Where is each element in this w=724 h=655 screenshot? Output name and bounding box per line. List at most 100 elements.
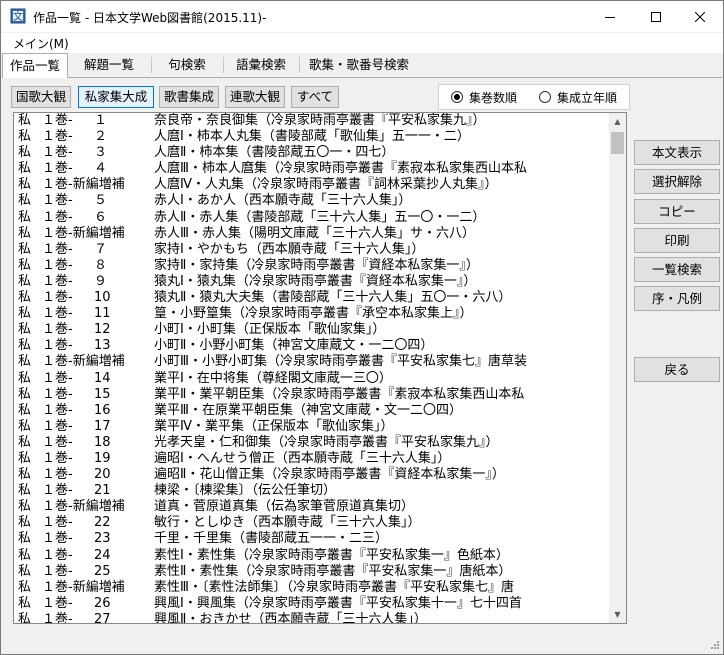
row-title: 光孝天皇・仁和御集（冷泉家時雨亭叢書『平安私家集九』） bbox=[154, 434, 499, 450]
row-volume: １巻- bbox=[42, 209, 73, 225]
row-volume: １巻- bbox=[42, 611, 73, 623]
row-title: 業平Ⅳ・業平集（正保版本「歌仙家集」） bbox=[154, 418, 394, 434]
list-item[interactable]: 私 １巻- 19 遍昭Ⅰ・へんせう僧正（西本願寺蔵「三十六人集」） bbox=[14, 451, 610, 467]
row-number: ３ bbox=[94, 145, 108, 161]
list-item[interactable]: 私 １巻- 23 千里・千里集（書陵部蔵五一一・二三） bbox=[14, 531, 610, 547]
scrollbar-thumb[interactable] bbox=[611, 132, 624, 154]
row-volume: １巻-新編増補 bbox=[42, 579, 125, 595]
resize-grip-icon[interactable] bbox=[708, 640, 720, 652]
list-search-button[interactable]: 一覧検索 bbox=[634, 257, 720, 282]
close-button[interactable] bbox=[677, 1, 723, 32]
list-item[interactable]: 私 １巻- 10 猿丸Ⅱ・猿丸大夫集（書陵部蔵「三十六人集」五〇一・六八） bbox=[14, 290, 610, 306]
filter-kokka-taikan-button[interactable]: 国歌大観 bbox=[11, 86, 71, 108]
maximize-button[interactable] bbox=[633, 1, 679, 32]
list-item[interactable]: 私 １巻-新編増補 道真・菅原道真集（伝為家筆菅原道真集切） bbox=[14, 499, 610, 515]
tab-anthology-number-search[interactable]: 歌集・歌番号検索 bbox=[305, 55, 413, 75]
row-title: 敏行・としゆき（西本願寺蔵「三十六人集」） bbox=[154, 515, 421, 531]
list-item[interactable]: 私 １巻- 20 遍昭Ⅱ・花山僧正集（冷泉家時雨亭叢書『資経本私家集一』） bbox=[14, 467, 610, 483]
list-item[interactable]: 私 １巻- 11 篁・小野篁集（冷泉家時雨亭叢書『承空本私家集上』） bbox=[14, 306, 610, 322]
row-title: 道真・菅原道真集（伝為家筆菅原道真集切） bbox=[154, 499, 415, 515]
app-icon: 文 bbox=[10, 8, 26, 24]
row-number: 15 bbox=[94, 386, 111, 402]
print-button[interactable]: 印刷 bbox=[634, 228, 720, 253]
scroll-up-icon[interactable]: ▲ bbox=[609, 113, 626, 130]
list-item[interactable]: 私 １巻- ９ 猿丸Ⅰ・猿丸集（冷泉家時雨亭叢書『資経本私家集一』） bbox=[14, 274, 610, 290]
list-item[interactable]: 私 １巻- 15 業平Ⅱ・業平朝臣集（冷泉家時雨亭叢書『素寂本私家集西山本私 bbox=[14, 387, 610, 403]
sort-by-volume-label: 集巻数順 bbox=[469, 90, 518, 105]
work-list-panel: 国歌大観 私家集大成 歌書集成 連歌大観 すべて 集巻数順 集成立年順 私 １巻-… bbox=[2, 77, 722, 654]
list-item[interactable]: 私 １巻- 18 光孝天皇・仁和御集（冷泉家時雨亭叢書『平安私家集九』） bbox=[14, 435, 610, 451]
list-item[interactable]: 私 １巻- ２ 人麿Ⅰ・柿本人丸集（書陵部蔵「歌仙集」五一一・二） bbox=[14, 129, 610, 145]
row-number: 18 bbox=[94, 434, 111, 450]
list-item[interactable]: 私 １巻-新編増補 小町Ⅲ・小野小町集（冷泉家時雨亭叢書『平安私家集七』唐草装 bbox=[14, 354, 610, 370]
row-number: 24 bbox=[94, 547, 111, 563]
list-item[interactable]: 私 １巻-新編増補 素性Ⅲ・〔素性法師集〕（冷泉家時雨亭叢書『平安私家集七』唐 bbox=[14, 580, 610, 596]
filter-kasho-shusei-button[interactable]: 歌書集成 bbox=[159, 86, 219, 108]
row-number: １ bbox=[94, 113, 108, 128]
back-button[interactable]: 戻る bbox=[634, 357, 720, 382]
row-number: 21 bbox=[94, 483, 111, 499]
list-item[interactable]: 私 １巻-新編増補 人麿Ⅳ・人丸集（冷泉家時雨亭叢書『詞林采葉抄人丸集』） bbox=[14, 177, 610, 193]
list-item[interactable]: 私 １巻- １ 奈良帝・奈良御集（冷泉家時雨亭叢書『平安私家集九』） bbox=[14, 113, 610, 129]
work-listbox[interactable]: 私 １巻- １ 奈良帝・奈良御集（冷泉家時雨亭叢書『平安私家集九』） 私 １巻- ２ 人麿Ⅰ・… bbox=[13, 112, 627, 624]
preface-notes-button[interactable]: 序・凡例 bbox=[634, 286, 720, 311]
clear-selection-button[interactable]: 選択解除 bbox=[634, 169, 720, 194]
list-item[interactable]: 私 １巻- 24 素性Ⅰ・素性集（冷泉家時雨亭叢書『平安私家集一』色紙本） bbox=[14, 548, 610, 564]
list-item[interactable]: 私 １巻- 27 興風Ⅱ・おきかせ（西本願寺蔵「三十六人集」） bbox=[14, 612, 610, 623]
list-item[interactable]: 私 １巻- ７ 家持Ⅰ・やかもち（西本願寺蔵「三十六人集」） bbox=[14, 242, 610, 258]
row-kind: 私 bbox=[18, 434, 32, 450]
sort-by-year-radio[interactable]: 集成立年順 bbox=[539, 89, 617, 105]
row-title: 家持Ⅰ・やかもち（西本願寺蔵「三十六人集」） bbox=[154, 241, 425, 257]
tab-vocabulary-search[interactable]: 語彙検索 bbox=[229, 55, 293, 75]
list-item[interactable]: 私 １巻- 14 業平Ⅰ・在中将集（尊経閣文庫蔵一三〇） bbox=[14, 371, 610, 387]
list-item[interactable]: 私 １巻- 21 棟梁・〔棟梁集〕（伝公任筆切） bbox=[14, 483, 610, 499]
filter-all-button[interactable]: すべて bbox=[291, 86, 339, 108]
row-title: 興風Ⅱ・おきかせ（西本願寺蔵「三十六人集」） bbox=[154, 611, 427, 623]
list-item[interactable]: 私 １巻- 26 興風Ⅰ・興風集（冷泉家時雨亭叢書『平安私家集十一』七十四首 bbox=[14, 596, 610, 612]
scroll-down-icon[interactable]: ▼ bbox=[609, 606, 626, 623]
row-volume: １巻- bbox=[42, 547, 73, 563]
row-volume: １巻- bbox=[42, 483, 73, 499]
row-volume: １巻- bbox=[42, 515, 73, 531]
row-number: 12 bbox=[94, 322, 111, 338]
list-item[interactable]: 私 １巻- ５ 赤人Ⅰ・あか人（西本願寺蔵「三十六人集」） bbox=[14, 193, 610, 209]
show-text-button[interactable]: 本文表示 bbox=[634, 140, 720, 165]
list-item[interactable]: 私 １巻- 17 業平Ⅳ・業平集（正保版本「歌仙家集」） bbox=[14, 419, 610, 435]
row-kind: 私 bbox=[18, 579, 32, 595]
row-volume: １巻- bbox=[42, 563, 73, 579]
list-item[interactable]: 私 １巻- ８ 家持Ⅱ・家持集（冷泉家時雨亭叢書『資経本私家集一』） bbox=[14, 258, 610, 274]
row-title: 素性Ⅲ・〔素性法師集〕（冷泉家時雨亭叢書『平安私家集七』唐 bbox=[154, 579, 514, 595]
filter-shikashu-taisei-button[interactable]: 私家集大成 bbox=[78, 86, 154, 108]
row-kind: 私 bbox=[18, 531, 32, 547]
minimize-button[interactable] bbox=[587, 1, 633, 32]
row-volume: １巻- bbox=[42, 531, 73, 547]
row-title: 人麿Ⅲ・柿本人麿集（冷泉家時雨亭叢書『素寂本私家集西山本私 bbox=[154, 161, 527, 177]
row-kind: 私 bbox=[18, 322, 32, 338]
row-title: 小町Ⅰ・小町集（正保版本「歌仙家集」） bbox=[154, 322, 386, 338]
row-volume: １巻- bbox=[42, 257, 73, 273]
list-item[interactable]: 私 １巻- 12 小町Ⅰ・小町集（正保版本「歌仙家集」） bbox=[14, 322, 610, 338]
list-item[interactable]: 私 １巻- ４ 人麿Ⅲ・柿本人麿集（冷泉家時雨亭叢書『素寂本私家集西山本私 bbox=[14, 161, 610, 177]
menu-main[interactable]: メイン(M) bbox=[13, 35, 69, 52]
list-item[interactable]: 私 １巻- 16 業平Ⅲ・在原業平朝臣集（神宮文庫蔵・文一二〇四） bbox=[14, 403, 610, 419]
list-item[interactable]: 私 １巻-新編増補 赤人Ⅲ・赤人集（陽明文庫蔵「三十六人集」サ・六八） bbox=[14, 226, 610, 242]
vertical-scrollbar[interactable]: ▲ ▼ bbox=[609, 113, 626, 623]
row-number: ５ bbox=[94, 193, 108, 209]
filter-renga-taikan-button[interactable]: 連歌大観 bbox=[225, 86, 285, 108]
tab-separator bbox=[299, 57, 300, 73]
list-item[interactable]: 私 １巻- ３ 人麿Ⅱ・柿本集（書陵部蔵五〇一・四七） bbox=[14, 145, 610, 161]
list-item[interactable]: 私 １巻- 13 小町Ⅱ・小野小町集（神宮文庫蔵文・一二〇四） bbox=[14, 338, 610, 354]
row-kind: 私 bbox=[18, 338, 32, 354]
row-volume: １巻- bbox=[42, 273, 73, 289]
list-item[interactable]: 私 １巻- 25 素性Ⅱ・素性集（冷泉家時雨亭叢書『平安私家集一』唐紙本） bbox=[14, 564, 610, 580]
copy-button[interactable]: コピー bbox=[634, 199, 720, 224]
row-title: 素性Ⅱ・素性集（冷泉家時雨亭叢書『平安私家集一』唐紙本） bbox=[154, 563, 512, 579]
list-item[interactable]: 私 １巻- ６ 赤人Ⅱ・赤人集（書陵部蔵「三十六人集」五一〇・一二） bbox=[14, 210, 610, 226]
row-kind: 私 bbox=[18, 418, 32, 434]
tab-commentary-list[interactable]: 解題一覧 bbox=[73, 55, 145, 75]
row-number: ４ bbox=[94, 161, 108, 177]
tab-phrase-search[interactable]: 句検索 bbox=[157, 55, 217, 75]
list-item[interactable]: 私 １巻- 22 敏行・としゆき（西本願寺蔵「三十六人集」） bbox=[14, 515, 610, 531]
sort-by-volume-radio[interactable]: 集巻数順 bbox=[451, 89, 517, 105]
tab-work-list[interactable]: 作品一覧 bbox=[2, 53, 68, 78]
